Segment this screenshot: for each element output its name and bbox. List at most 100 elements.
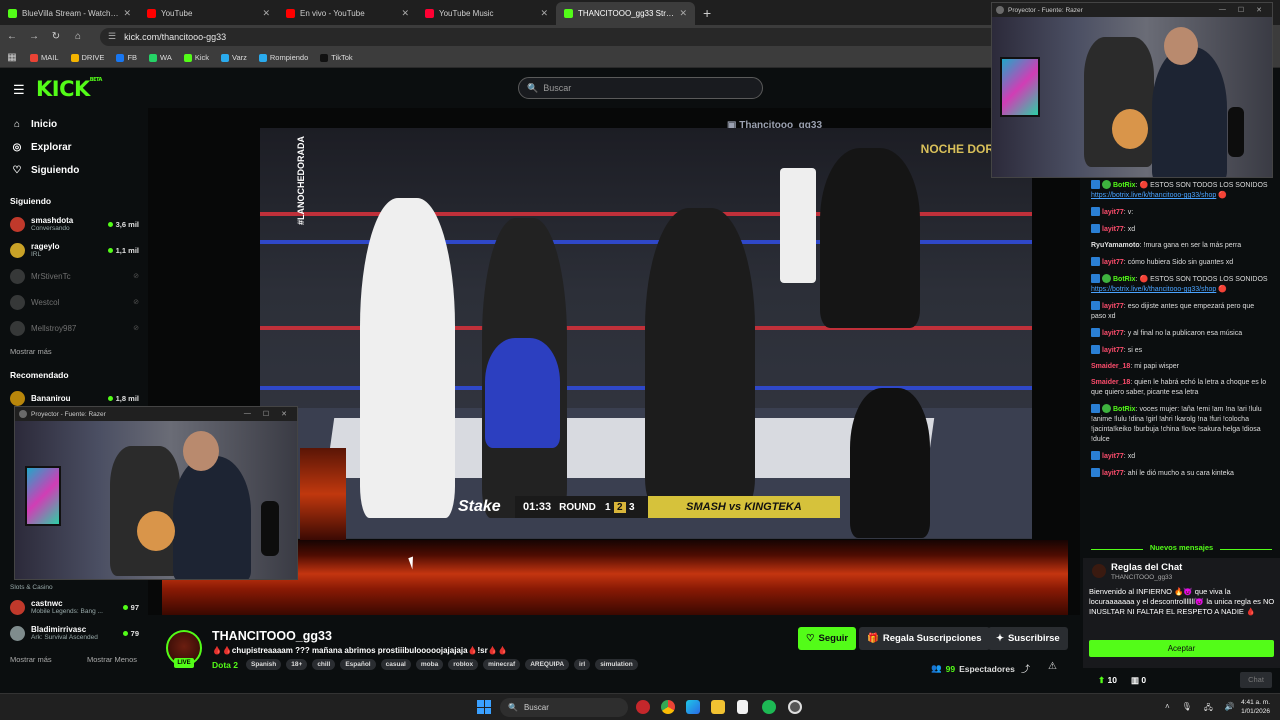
maximize-icon[interactable]: ☐: [1238, 6, 1244, 14]
sidebar-channel[interactable]: Mellstroy987 ⊘: [0, 315, 148, 341]
stream-tag[interactable]: AREQUIPA: [525, 659, 570, 670]
chat-username[interactable]: BotRix: [1113, 182, 1136, 189]
close-tab-icon[interactable]: ✕: [679, 8, 687, 19]
sidebar-channel[interactable]: rageylo IRL 1,1 mil: [0, 237, 148, 263]
sidebar-nav-inicio[interactable]: ⌂ Inicio: [0, 113, 148, 136]
gift-count[interactable]: ▥ 0: [1131, 675, 1146, 686]
search-input[interactable]: [543, 83, 744, 93]
accept-rules-button[interactable]: Aceptar: [1089, 640, 1274, 657]
browser-tab[interactable]: YouTube ✕: [139, 2, 278, 25]
bookmark-item[interactable]: WA: [149, 53, 172, 62]
chat-username[interactable]: layit77: [1102, 347, 1124, 354]
bookmark-item[interactable]: FB: [116, 53, 137, 62]
apps-grid-icon[interactable]: ▦: [6, 52, 18, 63]
sidebar-channel[interactable]: castnwc Mobile Legends: Bang ... 97: [0, 594, 148, 620]
taskbar-clock[interactable]: 4:41 a. m. 1/01/2026: [1232, 698, 1270, 716]
sidebar-channel[interactable]: Westcol ⊘: [0, 289, 148, 315]
channel-points[interactable]: ⬆ 10: [1098, 675, 1117, 686]
menu-icon[interactable]: ☰: [13, 82, 25, 98]
sidebar-nav-siguiendo[interactable]: ♡ Siguiendo: [0, 159, 148, 182]
sidebar-nav-explorar[interactable]: ◎ Explorar: [0, 136, 148, 159]
stream-tag[interactable]: moba: [415, 659, 444, 670]
browser-tab[interactable]: THANCITOOO_gg33 Stream ✕: [556, 2, 695, 25]
microphone-tray-icon[interactable]: 🎙: [1182, 702, 1192, 716]
stream-category[interactable]: Dota 2: [212, 660, 238, 670]
stream-tag[interactable]: Spanish: [245, 659, 282, 670]
stream-tag[interactable]: roblox: [448, 659, 479, 670]
chat-username[interactable]: layit77: [1102, 330, 1124, 337]
chat-username[interactable]: layit77: [1102, 209, 1124, 216]
bookmark-item[interactable]: Kick: [183, 53, 209, 62]
browser-tab[interactable]: En vivo - YouTube ✕: [278, 2, 417, 25]
close-tab-icon[interactable]: ✕: [123, 8, 131, 19]
gift-subs-button[interactable]: 🎁 Regala Suscripciones: [859, 627, 990, 650]
home-browser-icon[interactable]: ⌂: [72, 31, 84, 42]
stream-tag[interactable]: simulation: [595, 659, 638, 670]
obs-taskbar-icon[interactable]: [788, 700, 802, 714]
bookmark-item[interactable]: TikTok: [320, 53, 353, 62]
stream-tag[interactable]: chill: [312, 659, 336, 670]
video-player[interactable]: #LANOCHEDORADA NOCHE DORADA Stake 01:33 …: [260, 128, 1032, 539]
show-less-link[interactable]: Mostrar Menos: [87, 655, 137, 664]
stream-tag[interactable]: 18+: [286, 659, 308, 670]
follow-button[interactable]: ♡ Seguir: [798, 627, 857, 650]
report-icon[interactable]: ⚠: [1048, 661, 1057, 672]
show-more-bottom[interactable]: Mostrar más: [10, 655, 52, 664]
close-icon[interactable]: ✕: [281, 410, 287, 418]
search-box[interactable]: 🔍: [518, 77, 763, 99]
chat-username[interactable]: BotRix: [1113, 276, 1136, 283]
opera-icon[interactable]: [636, 700, 650, 714]
file-explorer-icon[interactable]: [711, 700, 725, 714]
chrome-icon[interactable]: [661, 700, 675, 714]
chat-username[interactable]: layit77: [1102, 453, 1124, 460]
browser-tab[interactable]: YouTube Music ✕: [417, 2, 556, 25]
copilot-icon[interactable]: [686, 700, 700, 714]
chat-username[interactable]: layit77: [1102, 259, 1124, 266]
notepad-icon[interactable]: [737, 700, 748, 714]
projector-window-small[interactable]: Proyector - Fuente: Razer — ☐ ✕: [14, 406, 298, 580]
stream-tag[interactable]: minecraf: [483, 659, 521, 670]
sidebar-channel[interactable]: smashdota Conversando 3,6 mil: [0, 211, 148, 237]
sidebar-channel[interactable]: MrStivenTc ⊘: [0, 263, 148, 289]
reload-icon[interactable]: ↻: [50, 31, 62, 42]
chat-username[interactable]: layit77: [1102, 470, 1124, 477]
send-chat-button[interactable]: Chat: [1240, 672, 1272, 688]
close-icon[interactable]: ✕: [1256, 6, 1262, 14]
bookmark-item[interactable]: Varz: [221, 53, 247, 62]
chat-username[interactable]: RyuYamamoto: [1091, 242, 1140, 249]
maximize-icon[interactable]: ☐: [263, 410, 269, 418]
chat-username[interactable]: layit77: [1102, 226, 1124, 233]
chat-username[interactable]: Smaider_18: [1091, 379, 1130, 386]
close-tab-icon[interactable]: ✕: [401, 8, 409, 19]
bookmark-item[interactable]: DRIVE: [70, 53, 104, 62]
address-bar[interactable]: ☰ kick.com/thancitooo-gg33: [100, 27, 1000, 46]
new-tab-icon[interactable]: +: [695, 5, 719, 25]
stream-tag[interactable]: Español: [340, 659, 376, 670]
minimize-icon[interactable]: —: [1219, 6, 1226, 14]
chat-username[interactable]: Smaider_18: [1091, 363, 1130, 370]
streamer-name[interactable]: THANCITOOO_gg33: [212, 629, 332, 643]
new-messages-divider[interactable]: Nuevos mensajes: [1083, 543, 1280, 555]
chevron-up-icon[interactable]: ˄: [1165, 702, 1170, 716]
show-more-link[interactable]: Mostrar más: [0, 347, 148, 356]
network-icon[interactable]: 🖧: [1204, 702, 1213, 716]
chat-username[interactable]: BotRix: [1113, 406, 1136, 413]
site-settings-icon[interactable]: ☰: [108, 31, 116, 42]
stream-tag[interactable]: irl: [574, 659, 591, 670]
subscribe-button[interactable]: ✦ Suscribirse: [988, 627, 1068, 650]
taskbar-search[interactable]: 🔍 Buscar: [500, 698, 628, 717]
back-icon[interactable]: ←: [6, 31, 18, 42]
spotify-icon[interactable]: [762, 700, 776, 714]
forward-icon[interactable]: →: [28, 31, 40, 42]
browser-tab[interactable]: BlueVilla Stream - Watch Live on K ✕: [0, 2, 139, 25]
minimize-icon[interactable]: —: [244, 410, 251, 418]
stream-tag[interactable]: casual: [380, 659, 411, 670]
bookmark-item[interactable]: Rompiendo: [258, 53, 308, 62]
share-icon[interactable]: ⤴: [1021, 662, 1030, 675]
chat-username[interactable]: layit77: [1102, 303, 1124, 310]
bookmark-item[interactable]: MAIL: [30, 53, 59, 62]
close-tab-icon[interactable]: ✕: [540, 8, 548, 19]
sidebar-channel[interactable]: Bladimirrivasc Ark: Survival Ascended 79: [0, 620, 148, 646]
chat-link[interactable]: https://botrix.live/k/thancitooo-gg33/sh…: [1091, 286, 1216, 293]
close-tab-icon[interactable]: ✕: [262, 8, 270, 19]
